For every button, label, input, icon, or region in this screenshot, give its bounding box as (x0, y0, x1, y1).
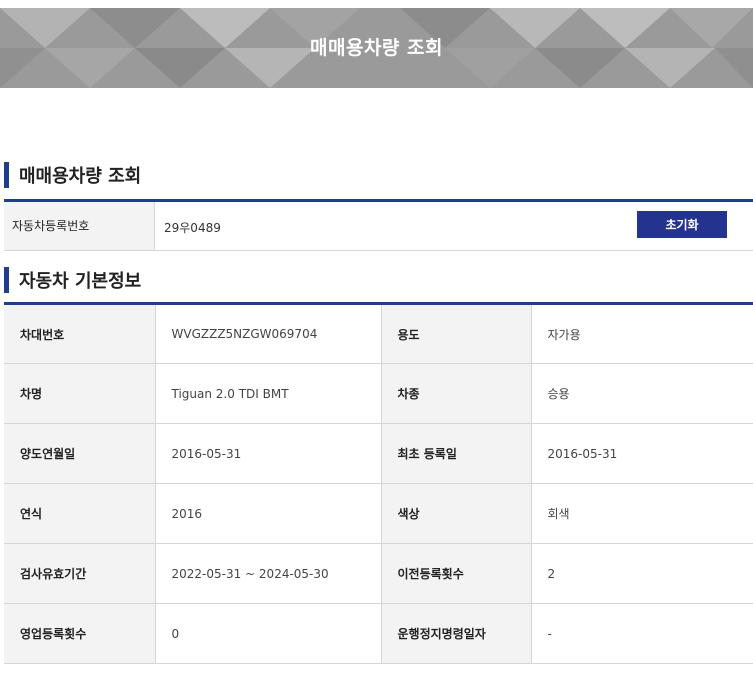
info-label: 검사유효기간 (4, 543, 155, 604)
info-label: 색상 (380, 483, 531, 544)
info-label: 차명 (4, 363, 155, 424)
banner-title: 매매용차량 조회 (310, 37, 443, 59)
table-row: 차대번호 WVGZZZ5NZGW069704 용도 자가용 (4, 303, 753, 364)
table-row: 검사유효기간 2022-05-31 ~ 2024-05-30 이전등록횟수 2 (4, 543, 753, 604)
info-value: Tiguan 2.0 TDI BMT (154, 363, 381, 424)
info-value: 2022-05-31 ~ 2024-05-30 (154, 543, 381, 604)
info-label: 용도 (380, 303, 531, 364)
info-label: 차종 (380, 363, 531, 424)
table-row: 연식 2016 색상 회색 (4, 483, 753, 544)
reg-number-value: 29우0489 (164, 221, 221, 235)
search-section-title: 매매용차량 조회 (19, 166, 142, 187)
reg-number-label: 자동차등록번호 (4, 202, 155, 250)
info-label: 최초 등록일 (380, 423, 531, 484)
info-label: 운행정지명령일자 (380, 603, 531, 664)
reset-button[interactable]: 초기화 (637, 211, 727, 238)
info-label: 연식 (4, 483, 155, 544)
table-row: 차명 Tiguan 2.0 TDI BMT 차종 승용 (4, 363, 753, 424)
info-value: 0 (154, 603, 381, 664)
info-label: 영업등록횟수 (4, 603, 155, 664)
info-value: 회색 (530, 483, 753, 544)
table-row: 양도연월일 2016-05-31 최초 등록일 2016-05-31 (4, 423, 753, 484)
section-marker (4, 162, 9, 188)
info-value: - (530, 603, 753, 664)
section-marker (4, 267, 9, 293)
table-row: 영업등록횟수 0 운행정지명령일자 - (4, 603, 753, 664)
info-value: 2 (530, 543, 753, 604)
info-value: WVGZZZ5NZGW069704 (154, 303, 381, 364)
info-value: 2016-05-31 (154, 423, 381, 484)
info-section-heading: 자동차 기본정보 (4, 266, 141, 294)
search-section-heading: 매매용차량 조회 (4, 161, 141, 189)
info-value: 2016 (154, 483, 381, 544)
search-form: 자동차등록번호 29우0489 초기화 (4, 199, 753, 251)
info-label: 양도연월일 (4, 423, 155, 484)
info-value: 2016-05-31 (530, 423, 753, 484)
info-label: 이전등록횟수 (380, 543, 531, 604)
info-value: 자가용 (530, 303, 753, 364)
vehicle-info-table: 차대번호 WVGZZZ5NZGW069704 용도 자가용 차명 Tiguan 2.0 T… (4, 302, 753, 664)
info-section-title: 자동차 기본정보 (19, 271, 142, 292)
info-value: 승용 (530, 363, 753, 424)
page-banner: 매매용차량 조회 (0, 8, 753, 88)
info-label: 차대번호 (4, 303, 155, 364)
